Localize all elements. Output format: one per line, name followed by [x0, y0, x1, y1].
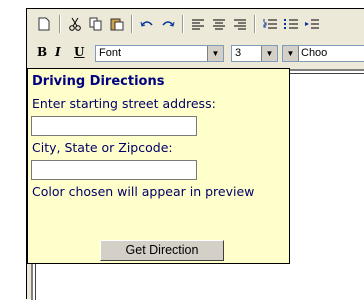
indent-icon[interactable]: [302, 14, 322, 34]
copy-icon[interactable]: [86, 14, 106, 34]
size-select[interactable]: 3 ▼: [231, 45, 278, 62]
font-select[interactable]: Font ▼: [95, 45, 224, 62]
city-label: City, State or Zipcode:: [32, 140, 173, 155]
get-direction-button[interactable]: Get Direction: [100, 240, 224, 261]
bold-button[interactable]: B: [37, 45, 47, 59]
panel-title: Driving Directions: [32, 74, 165, 89]
align-center-icon[interactable]: [209, 14, 229, 34]
size-select-value: 3: [235, 47, 242, 59]
toolbar-separator: [254, 15, 256, 33]
cut-icon[interactable]: [65, 14, 85, 34]
toolbar-separator: [131, 15, 133, 33]
redo-icon[interactable]: [158, 14, 178, 34]
format-toolbar: B I U Font ▼ 3 ▼ ▼ Choo: [32, 43, 364, 65]
align-right-icon[interactable]: [230, 14, 250, 34]
font-select-value: Font: [99, 47, 122, 59]
color-select-value: Choo: [301, 47, 328, 59]
city-input[interactable]: [31, 160, 197, 180]
ordered-list-icon[interactable]: [260, 14, 280, 34]
underline-button[interactable]: U: [74, 45, 84, 59]
chevron-down-icon[interactable]: ▼: [261, 46, 277, 61]
color-note: Color chosen will appear in preview: [32, 184, 255, 199]
chevron-down-icon[interactable]: ▼: [283, 46, 299, 61]
standard-toolbar: [32, 12, 364, 38]
toolbar-separator: [59, 15, 61, 33]
paste-icon[interactable]: [107, 14, 127, 34]
driving-directions-panel: Driving Directions Enter starting street…: [27, 68, 290, 264]
new-document-icon[interactable]: [34, 14, 54, 34]
unordered-list-icon[interactable]: [281, 14, 301, 34]
undo-icon[interactable]: [137, 14, 157, 34]
align-left-icon[interactable]: [188, 14, 208, 34]
italic-button[interactable]: I: [55, 45, 61, 59]
color-select[interactable]: ▼ Choo: [282, 45, 364, 62]
chevron-down-icon[interactable]: ▼: [207, 46, 223, 61]
toolbar-separator: [182, 15, 184, 33]
start-address-label: Enter starting street address:: [32, 96, 216, 111]
start-address-input[interactable]: [31, 116, 197, 136]
